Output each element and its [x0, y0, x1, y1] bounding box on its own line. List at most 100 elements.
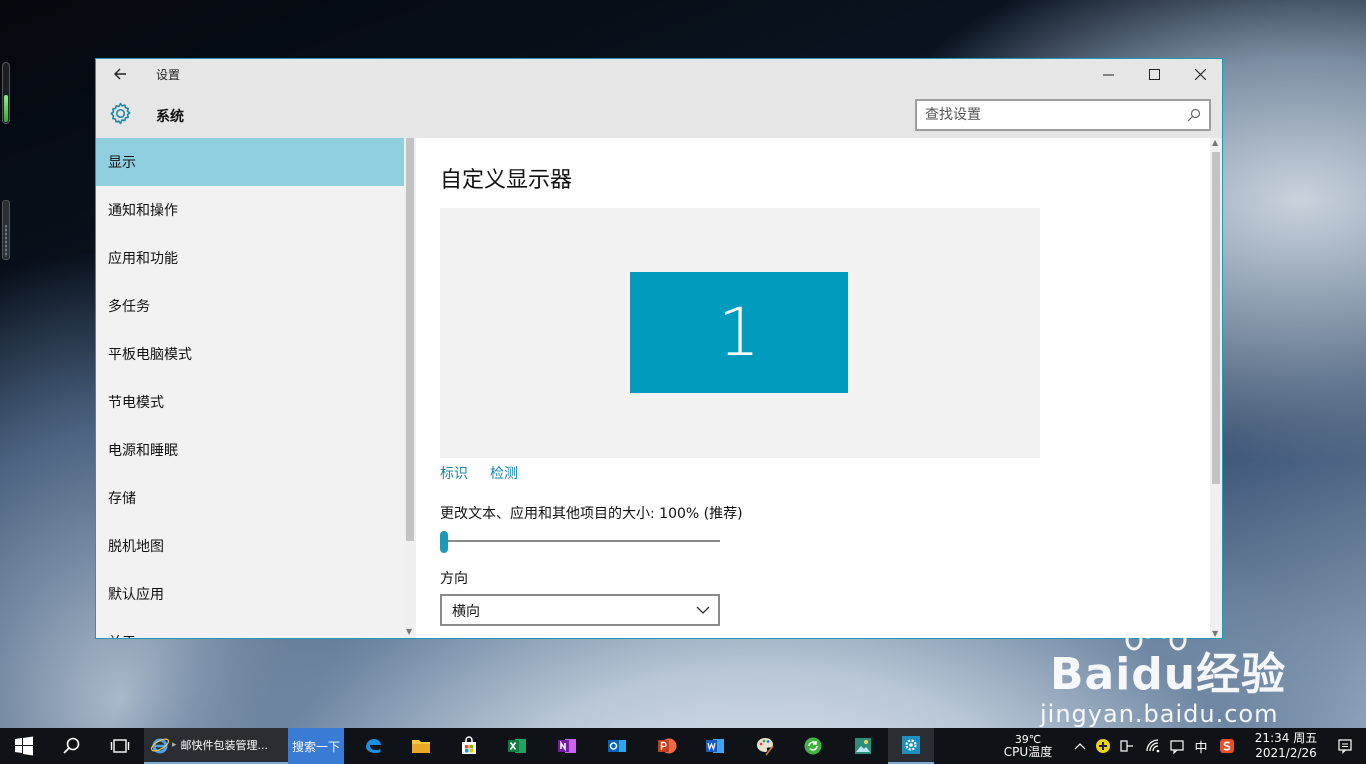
refresh-circle-icon	[804, 737, 822, 755]
close-icon	[1194, 68, 1206, 80]
file-explorer-app-button[interactable]	[398, 728, 444, 764]
gear-icon	[902, 736, 920, 754]
close-button[interactable]	[1177, 59, 1223, 89]
desktop-gadget-meter	[2, 62, 10, 124]
orientation-select[interactable]: 横向	[440, 594, 720, 626]
sync-app-button[interactable]	[790, 728, 836, 764]
paint-app-button[interactable]	[742, 728, 788, 764]
onenote-app-button[interactable]	[544, 728, 590, 764]
sidebar-item-power-sleep[interactable]: 电源和睡眠	[96, 426, 404, 474]
powerpoint-icon	[658, 738, 677, 754]
orientation-value: 横向	[452, 604, 480, 620]
ie-task-label: 邮快件包装管理...	[180, 739, 269, 752]
clock-time: 21:34 周五	[1254, 731, 1318, 745]
desktop-gadget-bar	[2, 200, 10, 260]
edge-app-button[interactable]	[350, 728, 396, 764]
settings-header: 系统	[96, 89, 1222, 138]
sidebar-item-offline-maps[interactable]: 脱机地图	[96, 522, 404, 570]
excel-app-button[interactable]	[494, 728, 540, 764]
scroll-up-arrow-icon[interactable]: ▲	[1212, 138, 1218, 147]
arrow-left-icon	[114, 68, 126, 80]
sidebar-item-multitasking[interactable]: 多任务	[96, 282, 404, 330]
sidebar-item-display[interactable]: 显示	[96, 138, 404, 186]
outlook-app-button[interactable]	[594, 728, 640, 764]
excel-icon	[508, 739, 526, 753]
edge-icon	[366, 739, 381, 753]
taskbar: ▸ 邮快件包装管理... 搜索一下 39℃ CPU温度 中 21:34 周五 2…	[0, 728, 1366, 764]
window-title: 设置	[156, 68, 181, 82]
sidebar-item-battery-saver[interactable]: 节电模式	[96, 378, 404, 426]
maximize-button[interactable]	[1131, 59, 1177, 89]
folder-icon	[412, 740, 430, 753]
slider-track	[440, 540, 720, 542]
sidebar-scrollbar[interactable]: ▼	[404, 138, 416, 638]
show-hidden-icons-button[interactable]	[1070, 728, 1090, 764]
minimize-button[interactable]	[1085, 59, 1131, 89]
plus-circle-icon	[1096, 739, 1110, 753]
scale-slider[interactable]	[440, 531, 720, 553]
chevron-down-icon	[696, 606, 710, 614]
sidebar-item-tablet-mode[interactable]: 平板电脑模式	[96, 330, 404, 378]
main-scrollbar-thumb[interactable]	[1212, 152, 1220, 484]
clock-date: 2021/2/26	[1255, 746, 1317, 760]
tray-wifi-button[interactable]	[1142, 728, 1164, 764]
sidebar-scrollbar-thumb[interactable]	[406, 138, 414, 541]
watermark-brand: Baidu经验	[1050, 649, 1287, 700]
word-icon	[706, 739, 724, 753]
page-title: 自定义显示器	[440, 168, 573, 193]
onenote-icon	[558, 739, 576, 753]
powerpoint-app-button[interactable]	[644, 728, 690, 764]
device-icon	[1120, 740, 1133, 752]
start-button[interactable]	[0, 728, 48, 764]
image-app-button[interactable]	[840, 728, 886, 764]
search-now-button[interactable]: 搜索一下	[288, 728, 344, 764]
store-app-button[interactable]	[446, 728, 492, 764]
orientation-label: 方向	[440, 571, 468, 587]
sidebar-item-about[interactable]: 关于	[96, 618, 404, 638]
task-view-icon	[110, 739, 130, 753]
title-bar: 设置	[96, 59, 1222, 89]
windows-logo-icon	[15, 736, 33, 756]
sidebar-item-notifications[interactable]: 通知和操作	[96, 186, 404, 234]
back-button[interactable]	[108, 64, 132, 84]
tray-plus-button[interactable]	[1092, 728, 1114, 764]
clock[interactable]: 21:34 周五 2021/2/26	[1246, 728, 1326, 764]
sidebar-item-apps[interactable]: 应用和功能	[96, 234, 404, 282]
paint-palette-icon	[757, 738, 774, 756]
search-input[interactable]	[925, 106, 1175, 124]
pin-triangle-icon: ▸	[172, 740, 177, 750]
display-arrangement-area: 1	[440, 208, 1040, 458]
main-scrollbar[interactable]: ▲ ▼	[1210, 138, 1222, 638]
maximize-icon	[1148, 68, 1160, 80]
action-center-button[interactable]	[1330, 728, 1360, 764]
store-icon	[462, 736, 476, 754]
gear-icon	[110, 102, 131, 125]
taskbar-search-button[interactable]	[48, 728, 96, 764]
sogou-input-icon	[1220, 739, 1234, 753]
scroll-down-arrow-icon[interactable]: ▼	[406, 627, 412, 636]
watermark-url: jingyan.baidu.com	[1040, 700, 1279, 728]
cpu-temperature[interactable]: 39℃ CPU温度	[998, 728, 1058, 764]
wifi-icon	[1146, 739, 1160, 753]
chevron-up-icon	[1074, 743, 1086, 750]
tray-network-device-button[interactable]	[1116, 728, 1138, 764]
scale-label: 更改文本、应用和其他项目的大小: 100% (推荐)	[440, 506, 743, 522]
detect-link[interactable]: 检测	[490, 463, 518, 483]
search-box[interactable]	[915, 99, 1211, 131]
tray-message-button[interactable]	[1166, 728, 1188, 764]
sidebar-item-storage[interactable]: 存储	[96, 474, 404, 522]
monitor-tile[interactable]: 1	[630, 272, 848, 393]
sidebar-item-default-apps[interactable]: 默认应用	[96, 570, 404, 618]
slider-thumb[interactable]	[440, 531, 448, 553]
internet-explorer-icon	[150, 738, 170, 754]
tray-sogou-button[interactable]	[1216, 728, 1238, 764]
search-icon[interactable]	[1187, 108, 1201, 122]
ie-task-button[interactable]: ▸ 邮快件包装管理...	[144, 728, 288, 764]
minimize-icon	[1102, 74, 1114, 75]
ime-indicator[interactable]: 中	[1190, 728, 1212, 764]
word-app-button[interactable]	[692, 728, 738, 764]
baidu-watermark: Baidu经验 jingyan.baidu.com	[1030, 618, 1360, 728]
settings-app-button[interactable]	[888, 728, 934, 764]
task-view-button[interactable]	[96, 728, 144, 764]
identify-link[interactable]: 标识	[440, 463, 468, 483]
